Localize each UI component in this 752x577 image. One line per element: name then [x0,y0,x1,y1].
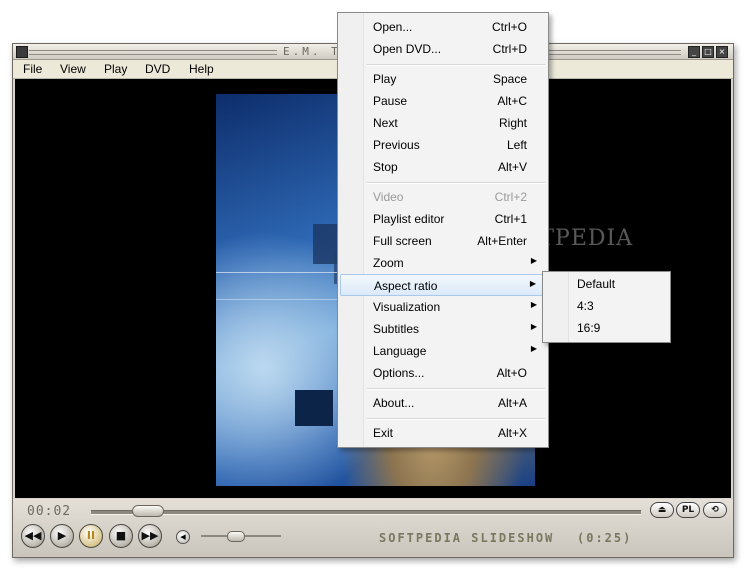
context-menu: Open... Ctrl+O Open DVD... Ctrl+D Play Spac… [337,12,549,448]
play-button[interactable]: ▶ [50,524,74,548]
submenu-arrow-icon: ▶ [530,344,537,353]
menu-item-visualization[interactable]: Visualization ▶ [340,296,546,318]
aspect-4-3[interactable]: 4:3 [545,295,668,317]
menu-item-play[interactable]: Play Space [340,68,546,90]
menu-item-about[interactable]: About... Alt+A [340,392,546,414]
submenu-arrow-icon: ▶ [530,300,537,309]
menu-item-next[interactable]: Next Right [340,112,546,134]
menu-item-stop[interactable]: Stop Alt+V [340,156,546,178]
aspect-16-9[interactable]: 16:9 [545,317,668,339]
playlist-button[interactable]: PL [676,502,700,518]
title-stripes-left [29,50,277,55]
volume-handle[interactable] [227,531,245,542]
aspect-default[interactable]: Default [545,273,668,295]
menu-item-aspect-ratio[interactable]: Aspect ratio ▶ [340,274,546,296]
fast-forward-button[interactable]: ▶▶ [138,524,162,548]
volume-icon[interactable]: ◀ [176,530,190,544]
aspect-ratio-submenu: Default 4:3 16:9 [542,271,671,343]
menu-item-subtitles[interactable]: Subtitles ▶ [340,318,546,340]
stop-button[interactable]: ■ [109,524,133,548]
elapsed-time: 00:02 [27,504,72,519]
menu-item-open[interactable]: Open... Ctrl+O [340,16,546,38]
menu-view[interactable]: View [60,62,86,76]
app-icon[interactable] [16,46,28,58]
minimize-button[interactable]: _ [688,46,700,58]
submenu-arrow-icon: ▶ [530,256,537,265]
close-button[interactable]: × [716,46,728,58]
menu-dvd[interactable]: DVD [145,62,170,76]
eject-button[interactable]: ⏏ [650,502,674,518]
menu-item-language[interactable]: Language ▶ [340,340,546,362]
rewind-button[interactable]: ◀◀ [21,524,45,548]
track-duration: (0:25) [577,531,633,545]
menu-item-previous[interactable]: Previous Left [340,134,546,156]
control-panel: 00:02 ⏏ PL ⟲ ◀◀ ▶ II ■ ▶▶ ◀ SOFTPEDIA SL… [13,499,733,557]
track-title: SOFTPEDIA SLIDESHOW [379,531,555,545]
menu-item-exit[interactable]: Exit Alt+X [340,422,546,444]
menu-file[interactable]: File [23,62,42,76]
menu-help[interactable]: Help [189,62,214,76]
maximize-button[interactable]: □ [702,46,714,58]
pause-button[interactable]: II [79,524,103,548]
menu-item-zoom[interactable]: Zoom ▶ [340,252,546,274]
seek-bar[interactable] [91,510,641,515]
menu-play[interactable]: Play [104,62,127,76]
seek-handle[interactable] [132,505,164,517]
menu-item-pause[interactable]: Pause Alt+C [340,90,546,112]
menu-item-playlist-editor[interactable]: Playlist editor Ctrl+1 [340,208,546,230]
menu-item-open-dvd[interactable]: Open DVD... Ctrl+D [340,38,546,60]
repeat-button[interactable]: ⟲ [703,502,727,518]
menu-item-video: Video Ctrl+2 [373,190,527,204]
submenu-arrow-icon: ▶ [529,279,536,288]
menu-item-options[interactable]: Options... Alt+O [340,362,546,384]
menu-item-full-screen[interactable]: Full screen Alt+Enter [340,230,546,252]
submenu-arrow-icon: ▶ [530,322,537,331]
